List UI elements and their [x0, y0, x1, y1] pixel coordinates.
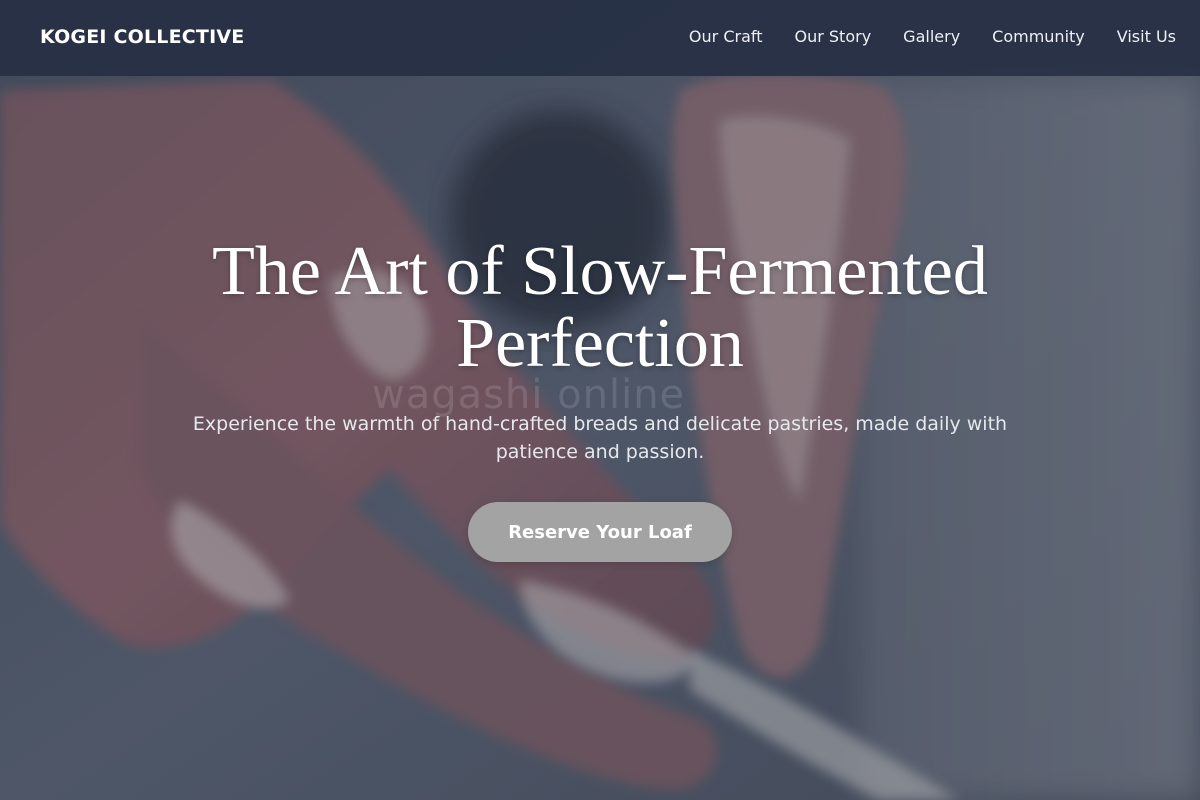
hero-section: The Art of Slow-Fermented Perfection Exp… [100, 236, 1100, 466]
hero-title: The Art of Slow-Fermented Perfection [100, 236, 1100, 380]
hero-title-line-2: Perfection [456, 305, 744, 382]
hero-subtitle: Experience the warmth of hand-crafted br… [192, 413, 1008, 463]
site-logo[interactable]: KOGEI COLLECTIVE [40, 26, 244, 48]
site-header: KOGEI COLLECTIVE Our Craft Our Story Gal… [0, 0, 1200, 76]
hero-title-line-1: The Art of Slow-Fermented [212, 233, 988, 310]
nav-link-gallery[interactable]: Gallery [903, 27, 960, 46]
nav-link-our-craft[interactable]: Our Craft [689, 27, 763, 46]
reserve-loaf-button[interactable]: Reserve Your Loaf [468, 502, 732, 562]
main-nav: Our Craft Our Story Gallery Community Vi… [689, 27, 1176, 46]
nav-link-visit-us[interactable]: Visit Us [1117, 27, 1176, 46]
nav-link-community[interactable]: Community [992, 27, 1085, 46]
nav-link-our-story[interactable]: Our Story [795, 27, 872, 46]
